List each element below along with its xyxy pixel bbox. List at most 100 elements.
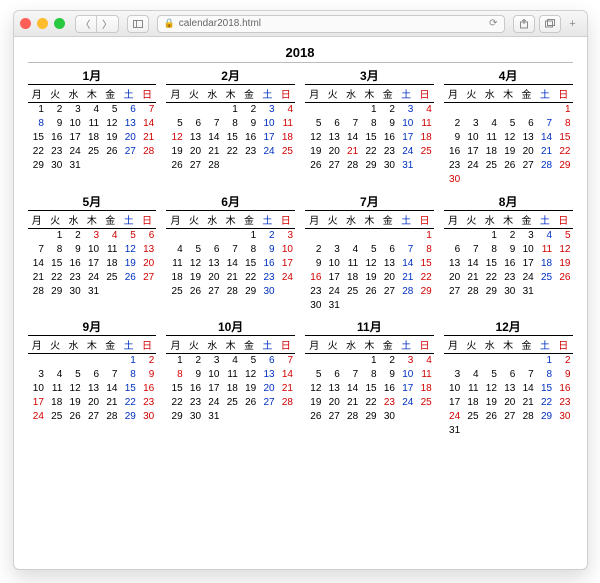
reload-icon[interactable]: ⟳ bbox=[489, 18, 497, 29]
day-header: 水 bbox=[203, 336, 221, 354]
day-cell bbox=[305, 354, 323, 368]
day-cell: 15 bbox=[536, 382, 554, 396]
day-cell bbox=[536, 284, 554, 298]
day-cell: 18 bbox=[83, 131, 101, 145]
day-cell: 13 bbox=[517, 131, 535, 145]
day-header: 火 bbox=[46, 85, 64, 103]
close-icon[interactable] bbox=[20, 18, 31, 29]
day-cell: 20 bbox=[323, 396, 341, 410]
day-header: 水 bbox=[64, 336, 82, 354]
day-cell: 21 bbox=[342, 145, 360, 159]
day-cell: 19 bbox=[305, 396, 323, 410]
day-cell: 7 bbox=[221, 242, 239, 256]
day-cell: 8 bbox=[536, 368, 554, 382]
day-cell bbox=[379, 298, 397, 312]
day-cell: 20 bbox=[379, 270, 397, 284]
day-cell: 14 bbox=[138, 117, 156, 131]
day-header: 土 bbox=[536, 85, 554, 103]
day-cell: 29 bbox=[119, 410, 137, 424]
day-cell: 6 bbox=[323, 368, 341, 382]
day-cell: 11 bbox=[277, 117, 295, 131]
day-cell: 13 bbox=[138, 242, 156, 256]
address-bar[interactable]: 🔒 calendar2018.html ⟳ bbox=[157, 15, 505, 33]
day-cell: 27 bbox=[185, 159, 203, 173]
day-cell: 22 bbox=[554, 145, 572, 159]
forward-button[interactable]: 〉 bbox=[97, 15, 119, 33]
day-cell: 16 bbox=[185, 382, 203, 396]
day-cell: 20 bbox=[323, 145, 341, 159]
month-table: 月火水木金土日123456789101112131415161718192021… bbox=[444, 84, 573, 187]
month-title: 1月 bbox=[28, 67, 157, 84]
day-cell: 15 bbox=[221, 131, 239, 145]
sidebar-button[interactable] bbox=[127, 15, 149, 33]
new-tab-button[interactable]: + bbox=[565, 18, 581, 30]
day-cell: 10 bbox=[462, 131, 480, 145]
nav-buttons: 〈 〉 bbox=[75, 15, 119, 33]
day-header: 木 bbox=[83, 336, 101, 354]
day-cell: 19 bbox=[119, 256, 137, 270]
day-cell: 22 bbox=[221, 145, 239, 159]
day-cell: 13 bbox=[379, 256, 397, 270]
day-cell: 12 bbox=[360, 256, 378, 270]
minimize-icon[interactable] bbox=[37, 18, 48, 29]
day-cell: 13 bbox=[119, 117, 137, 131]
tabs-button[interactable] bbox=[539, 15, 561, 33]
day-cell bbox=[64, 354, 82, 368]
day-cell: 21 bbox=[277, 382, 295, 396]
day-cell: 30 bbox=[444, 173, 462, 187]
day-cell: 21 bbox=[462, 270, 480, 284]
sidebar-icon bbox=[133, 20, 143, 28]
day-cell bbox=[342, 103, 360, 117]
day-cell: 28 bbox=[28, 284, 46, 298]
day-cell: 1 bbox=[536, 354, 554, 368]
month-7: 7月月火水木金土日1234567891011121314151617181920… bbox=[305, 193, 434, 313]
day-header: 月 bbox=[305, 85, 323, 103]
day-cell bbox=[444, 354, 462, 368]
day-cell: 15 bbox=[360, 131, 378, 145]
day-cell: 24 bbox=[462, 159, 480, 173]
day-header: 月 bbox=[28, 210, 46, 228]
zoom-icon[interactable] bbox=[54, 18, 65, 29]
share-button[interactable] bbox=[513, 15, 535, 33]
day-cell: 3 bbox=[28, 368, 46, 382]
day-cell: 30 bbox=[499, 284, 517, 298]
day-cell: 18 bbox=[536, 256, 554, 270]
day-header: 水 bbox=[203, 85, 221, 103]
day-cell: 7 bbox=[517, 368, 535, 382]
day-cell: 13 bbox=[499, 382, 517, 396]
lock-icon: 🔒 bbox=[164, 18, 175, 29]
day-cell: 8 bbox=[28, 117, 46, 131]
day-header: 月 bbox=[166, 85, 184, 103]
day-cell: 13 bbox=[258, 368, 276, 382]
day-cell bbox=[554, 424, 572, 438]
day-cell: 2 bbox=[46, 103, 64, 117]
day-cell: 2 bbox=[185, 354, 203, 368]
day-cell: 30 bbox=[379, 410, 397, 424]
day-cell: 22 bbox=[28, 145, 46, 159]
day-cell bbox=[305, 103, 323, 117]
day-cell: 30 bbox=[554, 410, 572, 424]
day-header: 土 bbox=[258, 85, 276, 103]
day-cell: 1 bbox=[415, 228, 433, 242]
day-cell bbox=[554, 173, 572, 187]
day-cell: 26 bbox=[499, 159, 517, 173]
day-cell: 6 bbox=[258, 354, 276, 368]
day-header: 木 bbox=[83, 210, 101, 228]
back-button[interactable]: 〈 bbox=[75, 15, 97, 33]
day-cell: 6 bbox=[203, 242, 221, 256]
day-header: 土 bbox=[397, 210, 415, 228]
tabs-icon bbox=[545, 19, 555, 28]
day-header: 日 bbox=[277, 210, 295, 228]
titlebar: 〈 〉 🔒 calendar2018.html ⟳ + bbox=[14, 11, 587, 37]
day-cell: 5 bbox=[481, 368, 499, 382]
day-header: 火 bbox=[185, 210, 203, 228]
day-cell: 25 bbox=[46, 410, 64, 424]
day-header: 木 bbox=[360, 85, 378, 103]
day-header: 水 bbox=[64, 210, 82, 228]
day-header: 土 bbox=[258, 336, 276, 354]
day-cell: 10 bbox=[323, 256, 341, 270]
day-cell: 4 bbox=[221, 354, 239, 368]
day-cell: 20 bbox=[499, 396, 517, 410]
day-cell: 4 bbox=[462, 368, 480, 382]
day-cell: 7 bbox=[203, 117, 221, 131]
